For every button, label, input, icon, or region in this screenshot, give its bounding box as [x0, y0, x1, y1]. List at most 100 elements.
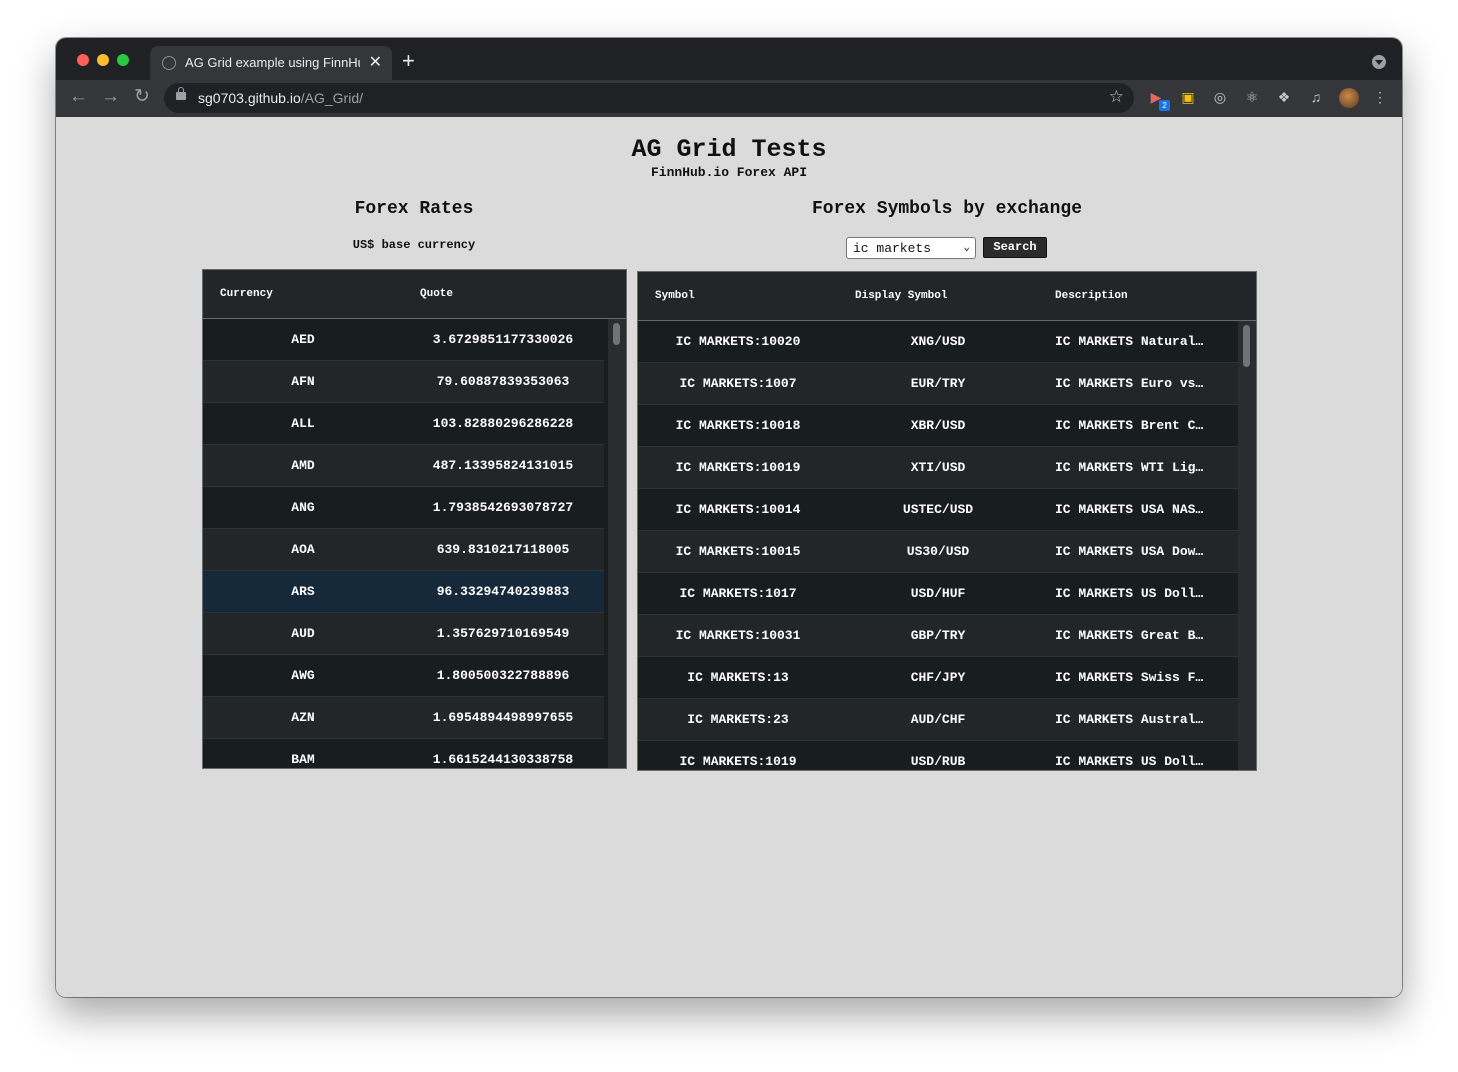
cell-display-symbol[interactable]: XTI/USD: [838, 460, 1038, 475]
table-row[interactable]: AUD 1.357629710169549: [203, 613, 604, 655]
cell-description[interactable]: IC MARKETS US Doll…: [1055, 754, 1240, 769]
cell-symbol[interactable]: IC MARKETS:1007: [638, 376, 838, 391]
cell-symbol[interactable]: IC MARKETS:10019: [638, 460, 838, 475]
menu-icon[interactable]: ⋮: [1372, 89, 1388, 105]
reload-icon[interactable]: ↻: [134, 85, 150, 108]
close-window-button[interactable]: [77, 54, 89, 66]
column-header-currency[interactable]: Currency: [220, 288, 273, 300]
cell-description[interactable]: IC MARKETS USA Dow…: [1055, 544, 1240, 559]
table-row[interactable]: IC MARKETS:1007 EUR/TRY IC MARKETS Euro vs…: [638, 363, 1238, 405]
cell-symbol[interactable]: IC MARKETS:1017: [638, 586, 838, 601]
cell-description[interactable]: IC MARKETS Brent C…: [1055, 418, 1240, 433]
cell-display-symbol[interactable]: GBP/TRY: [838, 628, 1038, 643]
cell-display-symbol[interactable]: EUR/TRY: [838, 376, 1038, 391]
cell-symbol[interactable]: IC MARKETS:13: [638, 670, 838, 685]
cell-quote[interactable]: 639.8310217118005: [403, 542, 603, 557]
cell-display-symbol[interactable]: AUD/CHF: [838, 712, 1038, 727]
rates-scrollbar[interactable]: [608, 319, 626, 768]
cell-quote[interactable]: 103.82880296286228: [403, 416, 603, 431]
table-row[interactable]: ANG 1.7938542693078727: [203, 487, 604, 529]
cell-symbol[interactable]: IC MARKETS:1019: [638, 754, 838, 769]
cell-symbol[interactable]: IC MARKETS:10015: [638, 544, 838, 559]
table-row[interactable]: IC MARKETS:10020 XNG/USD IC MARKETS Natura…: [638, 321, 1238, 363]
table-row[interactable]: IC MARKETS:13 CHF/JPY IC MARKETS Swiss F…: [638, 657, 1238, 699]
minimize-window-button[interactable]: [97, 54, 109, 66]
cell-description[interactable]: IC MARKETS Austral…: [1055, 712, 1240, 727]
cell-description[interactable]: IC MARKETS USA NAS…: [1055, 502, 1240, 517]
maximize-window-button[interactable]: [117, 54, 129, 66]
table-row[interactable]: IC MARKETS:10014 USTEC/USD IC MARKETS USA …: [638, 489, 1238, 531]
table-row[interactable]: IC MARKETS:10015 US30/USD IC MARKETS USA D…: [638, 531, 1238, 573]
avatar[interactable]: [1339, 88, 1359, 108]
table-row[interactable]: IC MARKETS:23 AUD/CHF IC MARKETS Austral…: [638, 699, 1238, 741]
symbols-grid-body[interactable]: IC MARKETS:10020 XNG/USD IC MARKETS Natura…: [638, 321, 1256, 770]
cell-currency[interactable]: AUD: [203, 626, 403, 641]
cell-quote[interactable]: 96.33294740239883: [403, 584, 603, 599]
cell-currency[interactable]: AWG: [203, 668, 403, 683]
cell-currency[interactable]: ANG: [203, 500, 403, 515]
cell-quote[interactable]: 1.6615244130338758: [403, 752, 603, 767]
rates-scrollbar-thumb[interactable]: [613, 323, 620, 345]
cell-quote[interactable]: 3.6729851177330026: [403, 332, 603, 347]
media-icon[interactable]: ♫: [1308, 89, 1324, 105]
cell-quote[interactable]: 1.800500322788896: [403, 668, 603, 683]
cell-quote[interactable]: 1.357629710169549: [403, 626, 603, 641]
cell-display-symbol[interactable]: XBR/USD: [838, 418, 1038, 433]
cell-description[interactable]: IC MARKETS Great B…: [1055, 628, 1240, 643]
cell-quote[interactable]: 487.13395824131015: [403, 458, 603, 473]
forward-icon[interactable]: →: [101, 86, 120, 108]
cell-currency[interactable]: AFN: [203, 374, 403, 389]
exchange-select[interactable]: ic markets ⌄: [846, 237, 976, 259]
cell-quote[interactable]: 1.6954894498997655: [403, 710, 603, 725]
table-row[interactable]: BAM 1.6615244130338758: [203, 739, 604, 768]
cell-description[interactable]: IC MARKETS US Doll…: [1055, 586, 1240, 601]
table-row[interactable]: AOA 639.8310217118005: [203, 529, 604, 571]
column-header-display-symbol[interactable]: Display Symbol: [855, 290, 947, 302]
close-tab-icon[interactable]: ✕: [369, 52, 382, 72]
cell-display-symbol[interactable]: XNG/USD: [838, 334, 1038, 349]
table-row[interactable]: IC MARKETS:10019 XTI/USD IC MARKETS WTI Li…: [638, 447, 1238, 489]
table-row[interactable]: AWG 1.800500322788896: [203, 655, 604, 697]
table-row[interactable]: AZN 1.6954894498997655: [203, 697, 604, 739]
cell-currency[interactable]: BAM: [203, 752, 403, 767]
cell-display-symbol[interactable]: USD/RUB: [838, 754, 1038, 769]
table-row[interactable]: IC MARKETS:1019 USD/RUB IC MARKETS US Doll…: [638, 741, 1238, 770]
star-icon[interactable]: ☆: [1109, 87, 1124, 107]
target-extension-icon[interactable]: ◎: [1212, 89, 1228, 105]
cell-symbol[interactable]: IC MARKETS:10031: [638, 628, 838, 643]
table-row[interactable]: ARS 96.33294740239883: [203, 571, 604, 613]
cell-currency[interactable]: ALL: [203, 416, 403, 431]
cell-currency[interactable]: AMD: [203, 458, 403, 473]
table-row[interactable]: AMD 487.13395824131015: [203, 445, 604, 487]
lock-extension-icon[interactable]: ▣: [1180, 89, 1196, 105]
cell-display-symbol[interactable]: CHF/JPY: [838, 670, 1038, 685]
back-icon[interactable]: ←: [69, 86, 88, 108]
cell-currency[interactable]: ARS: [203, 584, 403, 599]
cell-display-symbol[interactable]: US30/USD: [838, 544, 1038, 559]
cell-currency[interactable]: AED: [203, 332, 403, 347]
browser-tab[interactable]: AG Grid example using FinnHub.io ✕: [150, 46, 392, 80]
search-button[interactable]: Search: [983, 237, 1047, 258]
symbols-scrollbar-thumb[interactable]: [1243, 325, 1250, 367]
cell-quote[interactable]: 1.7938542693078727: [403, 500, 603, 515]
address-bar[interactable]: sg0703.github.io/AG_Grid/ ☆: [164, 83, 1134, 113]
cell-description[interactable]: IC MARKETS Swiss F…: [1055, 670, 1240, 685]
column-header-quote[interactable]: Quote: [420, 288, 453, 300]
react-extension-icon[interactable]: ⚛: [1244, 89, 1260, 105]
cell-symbol[interactable]: IC MARKETS:10018: [638, 418, 838, 433]
table-row[interactable]: AFN 79.60887839353063: [203, 361, 604, 403]
cell-display-symbol[interactable]: USD/HUF: [838, 586, 1038, 601]
puzzle-icon[interactable]: ❖: [1276, 89, 1292, 105]
cell-description[interactable]: IC MARKETS WTI Lig…: [1055, 460, 1240, 475]
cell-display-symbol[interactable]: USTEC/USD: [838, 502, 1038, 517]
rates-grid-body[interactable]: AED 3.6729851177330026 AFN 79.6088783935306…: [203, 319, 626, 768]
cell-currency[interactable]: AOA: [203, 542, 403, 557]
cell-symbol[interactable]: IC MARKETS:10014: [638, 502, 838, 517]
cell-currency[interactable]: AZN: [203, 710, 403, 725]
column-header-description[interactable]: Description: [1055, 290, 1128, 302]
symbols-scrollbar[interactable]: [1238, 321, 1256, 770]
table-row[interactable]: IC MARKETS:1017 USD/HUF IC MARKETS US Doll…: [638, 573, 1238, 615]
tab-search-icon[interactable]: [1372, 55, 1386, 69]
new-tab-button[interactable]: +: [402, 48, 415, 74]
cell-symbol[interactable]: IC MARKETS:23: [638, 712, 838, 727]
